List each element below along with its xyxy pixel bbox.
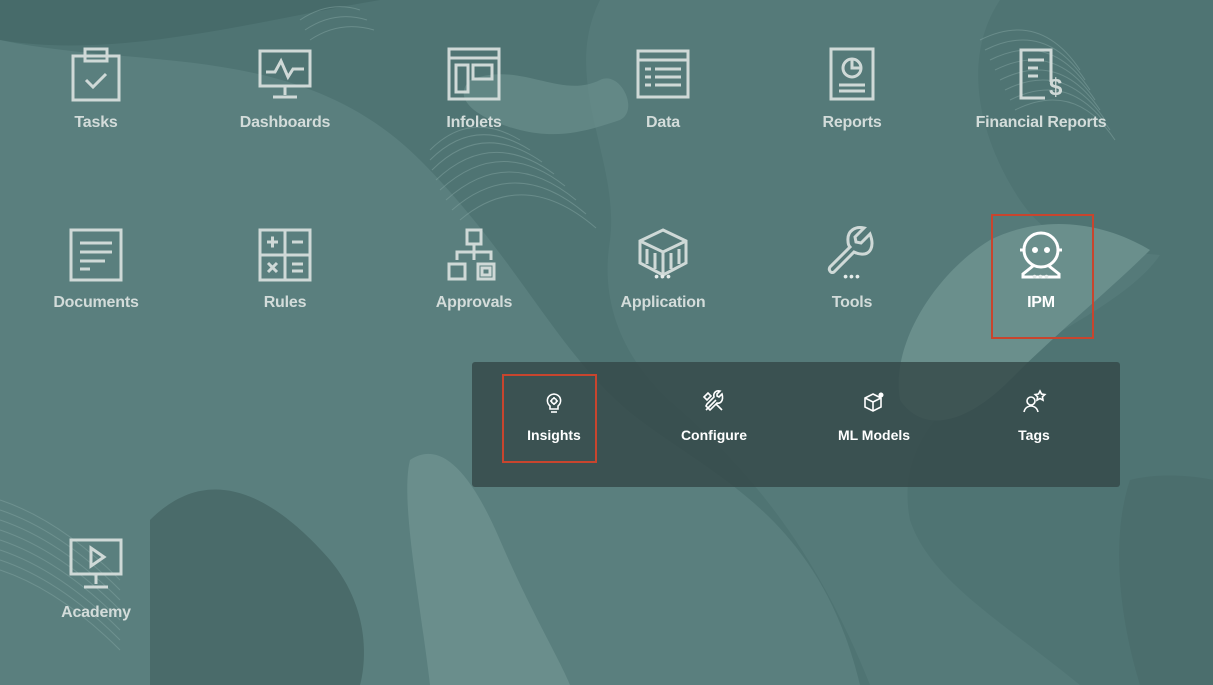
- tile-reports[interactable]: Reports: [777, 40, 927, 150]
- tile-label: Approvals: [435, 294, 513, 311]
- svg-text:$: $: [1049, 74, 1063, 101]
- person-star-icon: [1023, 389, 1047, 413]
- tile-label: Reports: [822, 114, 882, 131]
- tile-label: Tasks: [74, 114, 118, 131]
- tile-rules[interactable]: Rules: [210, 220, 360, 330]
- tile-label: Infolets: [446, 114, 502, 131]
- submenu-label: Configure: [680, 427, 748, 443]
- tile-label: Data: [646, 114, 680, 131]
- data-grid-icon: [636, 49, 690, 99]
- hierarchy-icon: [447, 228, 496, 281]
- more-indicator: •••: [654, 268, 672, 284]
- infolet-panel-icon: [447, 47, 501, 101]
- financial-report-icon: $: [1019, 48, 1063, 101]
- tile-label: Rules: [263, 294, 307, 311]
- submenu-item-tags[interactable]: Tags: [979, 387, 1089, 457]
- tile-infolets[interactable]: Infolets: [399, 40, 549, 150]
- tile-label: Dashboards: [239, 114, 331, 131]
- more-indicator: •••: [843, 268, 861, 284]
- tile-dashboards[interactable]: Dashboards: [210, 40, 360, 150]
- tile-academy[interactable]: Academy: [21, 530, 171, 640]
- tile-label: Application: [620, 294, 706, 311]
- tile-label: Financial Reports: [975, 114, 1107, 131]
- submenu-item-configure[interactable]: Configure: [659, 387, 769, 457]
- tools-icon: [702, 390, 724, 412]
- tile-label: Academy: [61, 604, 131, 621]
- tile-label: Tools: [831, 294, 873, 311]
- insights-highlight-frame: [502, 374, 597, 463]
- tile-approvals[interactable]: Approvals: [399, 220, 549, 330]
- submenu-label: ML Models: [837, 427, 911, 443]
- clipboard-check-icon: [71, 47, 121, 102]
- ml-cube-icon: [864, 392, 884, 412]
- play-monitor-icon: [69, 538, 123, 589]
- tile-documents[interactable]: Documents: [21, 220, 171, 330]
- tile-label: Documents: [53, 294, 139, 311]
- report-pie-icon: [829, 47, 875, 101]
- monitor-chart-icon: [258, 49, 312, 99]
- tile-data[interactable]: Data: [588, 40, 738, 150]
- tile-tasks[interactable]: Tasks: [21, 40, 171, 150]
- tile-application[interactable]: ••• Application: [588, 220, 738, 330]
- ipm-highlight-frame: [991, 214, 1094, 339]
- tile-tools[interactable]: ••• Tools: [777, 220, 927, 330]
- tile-financial-reports[interactable]: $ Financial Reports: [966, 40, 1116, 150]
- submenu-item-ml-models[interactable]: ML Models: [819, 387, 929, 457]
- document-lines-icon: [69, 228, 123, 282]
- calculator-icon: [258, 228, 312, 282]
- submenu-label: Tags: [1018, 427, 1050, 443]
